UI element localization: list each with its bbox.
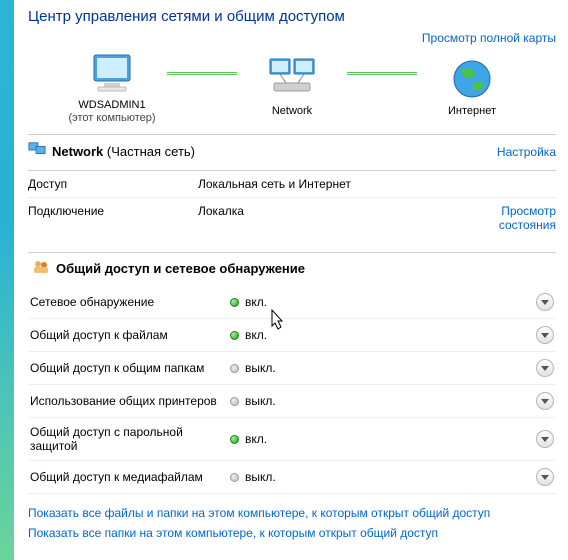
view-full-map-link[interactable]: Просмотр полной карты — [28, 31, 556, 45]
sharing-row-status-text: выкл. — [245, 394, 276, 408]
network-name-line: Network (Частная сеть) — [52, 144, 195, 159]
expand-button[interactable] — [536, 326, 554, 344]
network-settings-link[interactable]: Настройка — [497, 145, 556, 159]
sharing-row-status: вкл. — [230, 432, 267, 446]
sharing-row-status: выкл. — [230, 470, 276, 484]
sharing-row-status-text: вкл. — [245, 432, 267, 446]
footer-link-all-folders[interactable]: Показать все папки на этом компьютере, к… — [28, 526, 556, 540]
expand-button[interactable] — [536, 430, 554, 448]
map-node-internet-label: Интернет — [448, 105, 496, 118]
status-led-off-icon — [230, 473, 239, 482]
sharing-row-status: вкл. — [230, 295, 267, 309]
connector-icon — [347, 72, 417, 75]
sharing-row-label: Общий доступ к общим папкам — [30, 361, 230, 375]
globe-icon — [450, 57, 494, 101]
footer-link-all-files[interactable]: Показать все файлы и папки на этом компь… — [28, 506, 556, 520]
sharing-row: Общий доступ к общим папкам выкл. — [28, 352, 556, 385]
chevron-down-icon — [541, 437, 549, 442]
sharing-title-text: Общий доступ и сетевое обнаружение — [56, 261, 305, 276]
expand-button[interactable] — [536, 359, 554, 377]
expand-button[interactable] — [536, 468, 554, 486]
network-row-label: Доступ — [28, 177, 198, 191]
network-row-access: Доступ Локальная сеть и Интернет — [28, 170, 556, 197]
sharing-row-status-text: вкл. — [245, 295, 267, 309]
map-node-network-label: Network — [272, 105, 312, 118]
status-led-off-icon — [230, 364, 239, 373]
status-led-off-icon — [230, 397, 239, 406]
chevron-down-icon — [541, 333, 549, 338]
sharing-row-status: вкл. — [230, 328, 267, 342]
sharing-row: Общий доступ к медиафайлам выкл. — [28, 461, 556, 494]
chevron-down-icon — [541, 300, 549, 305]
sharing-row-label: Общий доступ к медиафайлам — [30, 470, 230, 484]
network-row-value: Локальная сеть и Интернет — [198, 177, 466, 191]
left-accent-stripe — [0, 0, 14, 560]
sharing-row-status: выкл. — [230, 361, 276, 375]
sharing-row-label: Сетевое обнаружение — [30, 295, 230, 309]
map-node-pc-sub: (этот компьютер) — [68, 112, 155, 124]
sharing-row: Использование общих принтеров выкл. — [28, 385, 556, 418]
network-row-value: Локалка — [198, 204, 466, 232]
network-row-label: Подключение — [28, 204, 198, 232]
expand-button[interactable] — [536, 293, 554, 311]
chevron-down-icon — [541, 399, 549, 404]
sharing-row-label: Использование общих принтеров — [30, 394, 230, 408]
map-node-internet: Интернет — [397, 57, 547, 118]
status-led-on-icon — [230, 298, 239, 307]
status-led-on-icon — [230, 435, 239, 444]
network-hub-icon — [266, 57, 318, 101]
sharing-row-status-text: выкл. — [245, 361, 276, 375]
network-type: (Частная сеть) — [107, 144, 195, 159]
view-status-link[interactable]: Просмотр состояния — [466, 204, 556, 232]
sharing-row-status: выкл. — [230, 394, 276, 408]
sharing-section-icon — [32, 259, 50, 278]
map-node-pc-label: WDSADMIN1 — [78, 99, 145, 112]
sharing-section-title: Общий доступ и сетевое обнаружение — [32, 259, 556, 278]
sharing-row-status-text: вкл. — [245, 328, 267, 342]
network-name: Network — [52, 144, 103, 159]
sharing-row-label: Общий доступ с парольной защитой — [30, 425, 230, 453]
chevron-down-icon — [541, 475, 549, 480]
network-row-connection: Подключение Локалка Просмотр состояния — [28, 197, 556, 238]
sharing-row: Общий доступ к файлам вкл. — [28, 319, 556, 352]
network-section-icon — [28, 141, 46, 162]
computer-icon — [86, 51, 138, 95]
connector-icon — [167, 72, 237, 75]
sharing-row: Сетевое обнаружение вкл. — [28, 286, 556, 319]
map-node-this-computer: WDSADMIN1 (этот компьютер) — [37, 51, 187, 124]
sharing-row-status-text: выкл. — [245, 470, 276, 484]
status-led-on-icon — [230, 331, 239, 340]
chevron-down-icon — [541, 366, 549, 371]
map-node-network: Network — [217, 57, 367, 118]
network-row-link — [466, 177, 556, 191]
page-title: Центр управления сетями и общим доступом — [28, 8, 556, 25]
network-map: WDSADMIN1 (этот компьютер) Network — [28, 51, 556, 124]
expand-button[interactable] — [536, 392, 554, 410]
sharing-row: Общий доступ с парольной защитой вкл. — [28, 418, 556, 461]
sharing-row-label: Общий доступ к файлам — [30, 328, 230, 342]
